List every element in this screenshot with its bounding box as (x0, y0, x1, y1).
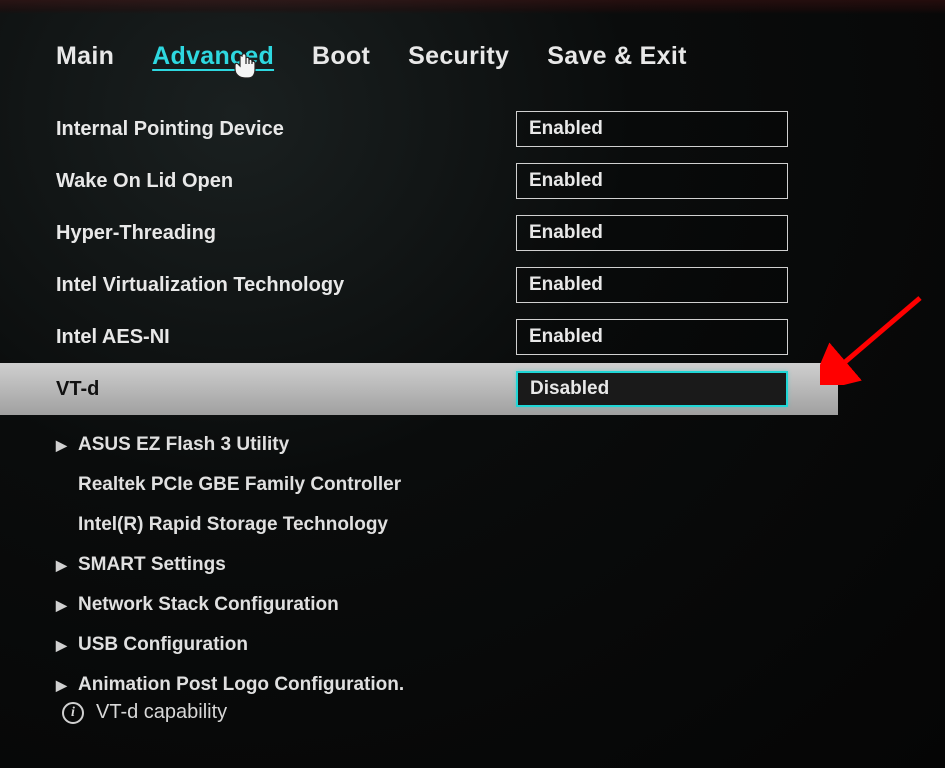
settings-list: Internal Pointing Device Enabled Wake On… (0, 71, 945, 415)
setting-internal-pointing-device[interactable]: Internal Pointing Device Enabled (56, 103, 945, 155)
submenu-realtek-pcie[interactable]: ▶ Realtek PCIe GBE Family Controller (56, 465, 945, 505)
submenu-label: Network Stack Configuration (78, 594, 339, 616)
chevron-right-icon: ▶ (56, 637, 70, 654)
submenu-list: ▶ ASUS EZ Flash 3 Utility ▶ Realtek PCIe… (0, 415, 945, 705)
setting-value-select[interactable]: Enabled (516, 319, 788, 355)
chevron-right-icon: ▶ (56, 437, 70, 454)
tab-save-exit[interactable]: Save & Exit (547, 42, 686, 71)
submenu-label: SMART Settings (78, 554, 226, 576)
setting-label: Intel AES-NI (56, 326, 516, 349)
setting-value-select[interactable]: Enabled (516, 163, 788, 199)
submenu-label: Intel(R) Rapid Storage Technology (78, 514, 388, 536)
setting-value-select[interactable]: Disabled (516, 371, 788, 407)
window-top-edge (0, 0, 945, 14)
tab-security[interactable]: Security (408, 42, 509, 71)
setting-wake-on-lid-open[interactable]: Wake On Lid Open Enabled (56, 155, 945, 207)
setting-value-select[interactable]: Enabled (516, 267, 788, 303)
setting-label: Hyper-Threading (56, 222, 516, 245)
chevron-right-icon: ▶ (56, 597, 70, 614)
info-icon: i (62, 702, 84, 724)
submenu-label: USB Configuration (78, 634, 248, 656)
setting-label: VT-d (56, 378, 516, 401)
setting-intel-aes-ni[interactable]: Intel AES-NI Enabled (56, 311, 945, 363)
submenu-label: ASUS EZ Flash 3 Utility (78, 434, 289, 456)
submenu-usb-config[interactable]: ▶ USB Configuration (56, 625, 945, 665)
setting-value-select[interactable]: Enabled (516, 111, 788, 147)
setting-hyper-threading[interactable]: Hyper-Threading Enabled (56, 207, 945, 259)
setting-intel-virtualization[interactable]: Intel Virtualization Technology Enabled (56, 259, 945, 311)
submenu-network-stack[interactable]: ▶ Network Stack Configuration (56, 585, 945, 625)
help-text: VT-d capability (96, 701, 227, 724)
tab-main[interactable]: Main (56, 42, 114, 71)
submenu-smart-settings[interactable]: ▶ SMART Settings (56, 545, 945, 585)
setting-label: Internal Pointing Device (56, 118, 516, 141)
submenu-animation-post-logo[interactable]: ▶ Animation Post Logo Configuration. (56, 665, 945, 705)
submenu-label: Realtek PCIe GBE Family Controller (78, 474, 401, 496)
setting-label: Wake On Lid Open (56, 170, 516, 193)
submenu-label: Animation Post Logo Configuration. (78, 674, 404, 696)
submenu-intel-rapid-storage[interactable]: ▶ Intel(R) Rapid Storage Technology (56, 505, 945, 545)
setting-value-select[interactable]: Enabled (516, 215, 788, 251)
tab-boot[interactable]: Boot (312, 42, 370, 71)
submenu-asus-ez-flash[interactable]: ▶ ASUS EZ Flash 3 Utility (56, 425, 945, 465)
chevron-right-icon: ▶ (56, 557, 70, 574)
setting-vt-d[interactable]: VT-d Disabled (0, 363, 838, 415)
help-bar: i VT-d capability (62, 701, 227, 724)
chevron-right-icon: ▶ (56, 677, 70, 694)
setting-label: Intel Virtualization Technology (56, 274, 516, 297)
tab-advanced[interactable]: Advanced (152, 42, 274, 71)
